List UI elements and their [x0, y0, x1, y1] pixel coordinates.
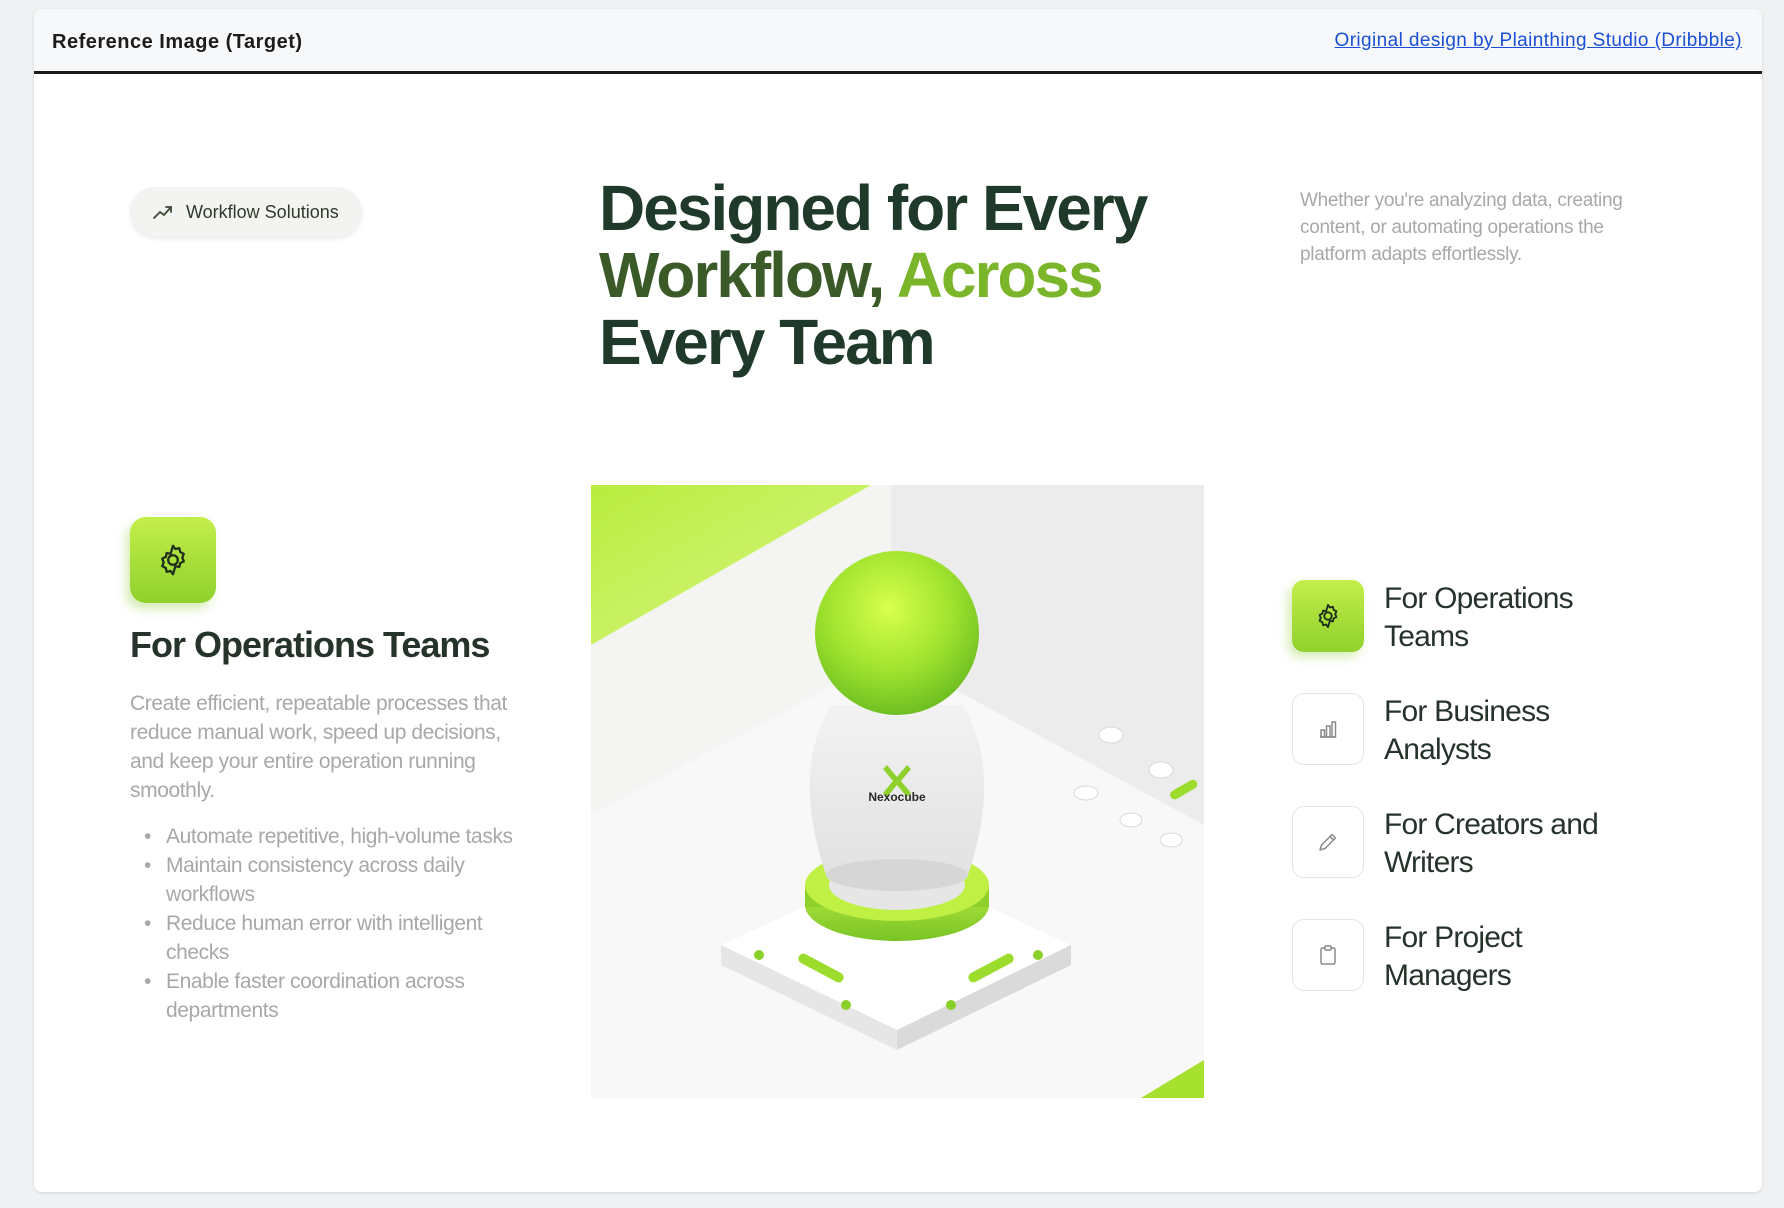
tab-label: For Creators and Writers: [1384, 808, 1599, 879]
reference-frame: Reference Image (Target) Original design…: [34, 9, 1762, 1192]
intro-text: Whether you're analyzing data, creating …: [1300, 190, 1623, 265]
headline-line-2b: Across: [896, 239, 1104, 311]
illustration-brand-label: Nexocube: [868, 790, 926, 804]
headline-line-1: Designed for Every: [599, 172, 1148, 244]
feature-bullet: Reduce human error with intelligent chec…: [130, 909, 550, 967]
audience-tab-list: For Operations Teams For Business Analys…: [1292, 580, 1692, 1032]
tab-icon-tile: [1292, 806, 1364, 878]
headline-line-3: Every Team: [599, 306, 936, 378]
tab-creators-writers[interactable]: For Creators and Writers: [1292, 806, 1692, 919]
bar-chart-icon: [1320, 721, 1337, 738]
headline-line-2a: Workflow,: [599, 239, 885, 311]
tab-project-managers[interactable]: For Project Managers: [1292, 919, 1692, 1032]
tab-label: For Business Analysts: [1384, 695, 1550, 766]
gear-icon: [1318, 603, 1338, 629]
pencil-icon: [1319, 833, 1337, 851]
workflow-solutions-badge: Workflow Solutions: [130, 187, 362, 237]
feature-description: Create efficient, repeatable processes t…: [130, 692, 507, 802]
gear-icon: [161, 544, 185, 576]
tab-icon-tile: [1292, 693, 1364, 765]
feature-bullet: Automate repetitive, high-volume tasks: [130, 822, 550, 851]
tab-business-analysts[interactable]: For Business Analysts: [1292, 693, 1692, 806]
product-illustration: Nexocube: [591, 485, 1204, 1098]
frame-title: Reference Image (Target): [52, 31, 303, 53]
dribbble-credit-link[interactable]: Original design by Plainthing Studio (Dr…: [1335, 30, 1742, 52]
tab-label: For Project Managers: [1384, 921, 1523, 992]
page-headline: Designed for Every Workflow, Across Ever…: [599, 175, 1219, 376]
feature-title: For Operations Teams: [130, 624, 490, 665]
tab-operations-teams[interactable]: For Operations Teams: [1292, 580, 1692, 693]
feature-bullet: Maintain consistency across daily workfl…: [130, 851, 550, 909]
tab-icon-tile: [1292, 580, 1364, 652]
badge-label: Workflow Solutions: [186, 201, 339, 222]
design-canvas: Workflow Solutions Designed for Every Wo…: [34, 77, 1762, 1192]
tab-label: For Operations Teams: [1384, 582, 1574, 653]
tab-icon-tile: [1292, 919, 1364, 991]
trend-arrow-icon: [153, 206, 172, 219]
feature-icon-tile: [130, 517, 216, 603]
clipboard-icon: [1320, 945, 1336, 965]
feature-bullet-list: Automate repetitive, high-volume tasks M…: [130, 822, 550, 1025]
feature-bullet: Enable faster coordination across depart…: [130, 967, 550, 1025]
frame-header: Reference Image (Target) Original design…: [34, 9, 1762, 74]
